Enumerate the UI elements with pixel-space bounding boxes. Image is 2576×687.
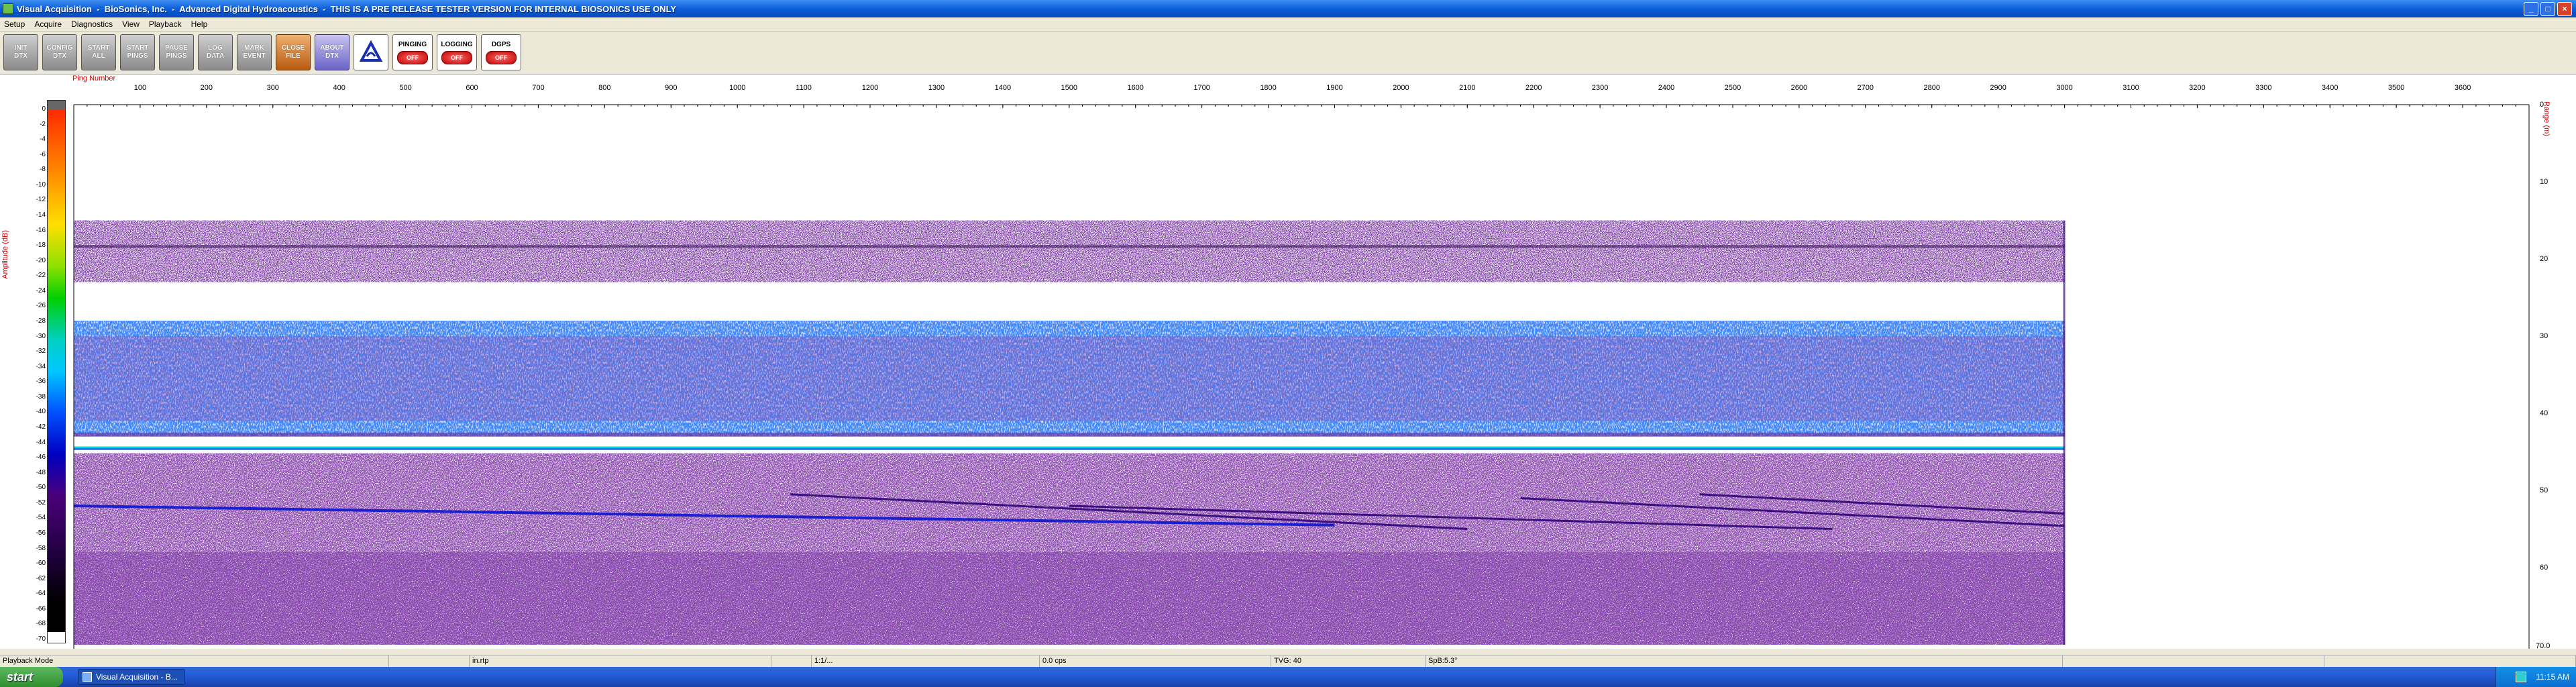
pinging-label: PINGING xyxy=(398,40,427,48)
menu-help[interactable]: Help xyxy=(187,19,213,29)
dgps-label: DGPS xyxy=(491,40,511,48)
bottom-line-blue xyxy=(74,448,2065,450)
status-cell-2 xyxy=(389,655,470,668)
window-title: Visual Acquisition - BioSonics, Inc. - A… xyxy=(17,3,677,14)
network-icon[interactable] xyxy=(2516,672,2527,682)
window-controls: _ □ × xyxy=(2524,2,2572,16)
status-ping-ratio: 1:1/... xyxy=(812,655,1040,668)
status-cell-4 xyxy=(771,655,812,668)
pinging-state-light: OFF xyxy=(397,50,428,64)
pause-pings-button[interactable]: PAUSE PINGS xyxy=(159,34,194,70)
menu-diagnostics[interactable]: Diagnostics xyxy=(67,19,118,29)
status-mode: Playback Mode xyxy=(0,655,389,668)
logging-indicator: LOGGING OFF xyxy=(437,34,477,70)
mark-event-button[interactable]: MARK EVENT xyxy=(237,34,272,70)
menu-playback[interactable]: Playback xyxy=(145,19,187,29)
band-edge xyxy=(74,432,2065,437)
pinging-indicator: PINGING OFF xyxy=(392,34,433,70)
start-pings-button[interactable]: START PINGS xyxy=(120,34,155,70)
status-cell-10 xyxy=(2324,655,2576,668)
dgps-state-light: OFF xyxy=(486,50,517,64)
menu-bar: Setup Acquire Diagnostics View Playback … xyxy=(0,17,2576,32)
minimize-button[interactable]: _ xyxy=(2524,2,2538,16)
taskbar-item-visual-acquisition[interactable]: Visual Acquisition - B... xyxy=(78,669,185,685)
menu-acquire[interactable]: Acquire xyxy=(30,19,67,29)
fish-band-core xyxy=(74,336,2065,421)
data-end-edge xyxy=(2063,220,2065,645)
menu-setup[interactable]: Setup xyxy=(0,19,30,29)
scatter-line-18m xyxy=(74,245,2065,248)
status-file: in.rtp xyxy=(470,655,771,668)
close-file-button[interactable]: CLOSE FILE xyxy=(276,34,311,70)
menu-view[interactable]: View xyxy=(118,19,145,29)
close-button[interactable]: × xyxy=(2557,2,2572,16)
status-cell-9 xyxy=(2063,655,2324,668)
log-data-button[interactable]: LOG DATA xyxy=(198,34,233,70)
echogram-panel: Ping Number Amplitude (dB) Range (m) 100… xyxy=(0,74,2576,650)
toolbar: INIT DTX CONFIG DTX START ALL START PING… xyxy=(0,32,2576,73)
logging-state-light: OFF xyxy=(441,50,472,64)
start-button[interactable]: start xyxy=(0,667,63,687)
status-tvg: TVG: 40 xyxy=(1271,655,1426,668)
taskbar: start Visual Acquisition - B... 11:15 AM xyxy=(0,667,2576,687)
app-window-icon xyxy=(83,672,92,682)
taskbar-item-label: Visual Acquisition - B... xyxy=(96,672,178,682)
system-tray: 11:15 AM xyxy=(2496,667,2576,687)
logging-label: LOGGING xyxy=(441,40,473,48)
status-spb: SpB:5.3° xyxy=(1426,655,2063,668)
surface-scatter-layer xyxy=(74,220,2065,282)
biosonics-logo-icon[interactable] xyxy=(354,34,388,70)
status-rate: 0.0 cps xyxy=(1040,655,1271,668)
status-bar: Playback Mode in.rtp 1:1/... 0.0 cps TVG… xyxy=(0,655,2576,668)
maximize-button[interactable]: □ xyxy=(2540,2,2555,16)
start-label: start xyxy=(7,670,34,684)
bottom-line-cyan xyxy=(74,446,2065,449)
clock: 11:15 AM xyxy=(2536,672,2569,682)
config-dtx-button[interactable]: CONFIG DTX xyxy=(42,34,77,70)
app-icon xyxy=(3,3,13,14)
echogram-data xyxy=(73,220,2065,645)
title-bar: Visual Acquisition - BioSonics, Inc. - A… xyxy=(0,0,2576,17)
dgps-indicator: DGPS OFF xyxy=(481,34,521,70)
deep-scatter xyxy=(74,552,2065,645)
echogram-plot[interactable] xyxy=(0,74,2576,649)
about-dtx-button[interactable]: ABOUT DTX xyxy=(315,34,350,70)
start-all-button[interactable]: START ALL xyxy=(81,34,116,70)
init-dtx-button[interactable]: INIT DTX xyxy=(3,34,38,70)
